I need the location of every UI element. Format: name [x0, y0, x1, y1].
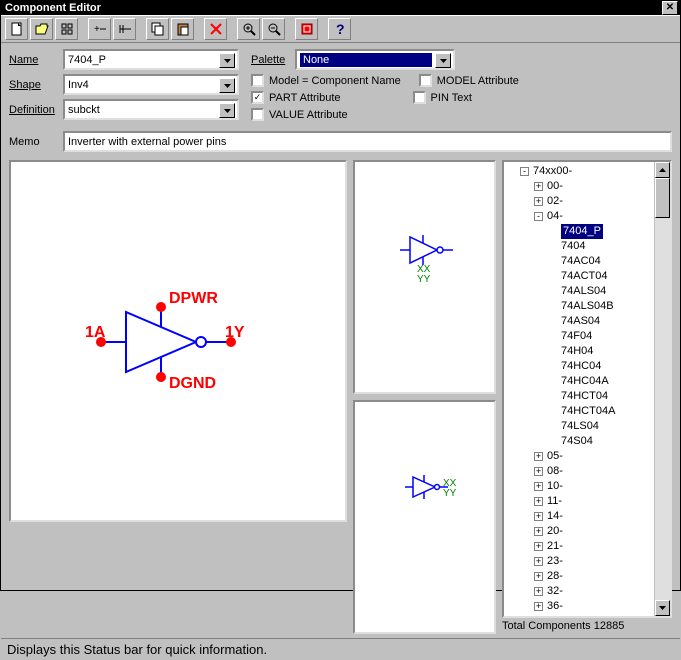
tree-item[interactable]: +02- [506, 194, 668, 209]
tree-item[interactable]: +11- [506, 494, 668, 509]
pin-1y-label: 1Y [225, 324, 245, 342]
tree-item[interactable]: -04- [506, 209, 668, 224]
preview-small-top: XX YY [353, 160, 496, 394]
preview-large: 1A DPWR 1Y DGND [9, 160, 347, 522]
tree-item[interactable]: +10- [506, 479, 668, 494]
zoom-out-icon[interactable] [262, 18, 285, 40]
preview-small-bottom: XX YY [353, 400, 496, 634]
toolbar: + ? [1, 15, 680, 43]
scroll-up-icon[interactable] [655, 162, 670, 178]
tree-item[interactable]: 74H04 [506, 344, 668, 359]
tree-item[interactable]: +05- [506, 449, 668, 464]
status-bar: Displays this Status bar for quick infor… [1, 638, 680, 660]
tree-item[interactable]: 74HC04A [506, 374, 668, 389]
library-icon[interactable] [295, 18, 318, 40]
scroll-thumb[interactable] [655, 178, 670, 218]
total-components: Total Components 12885 [502, 618, 672, 634]
checkbox-icon [251, 74, 264, 87]
tree-item[interactable]: +28- [506, 569, 668, 584]
definition-value: subckt [68, 104, 100, 116]
tree-item[interactable]: +00- [506, 179, 668, 194]
tree-item[interactable]: 74AC04 [506, 254, 668, 269]
open-icon[interactable] [30, 18, 53, 40]
shape-value: Inv4 [68, 79, 89, 91]
shape-input[interactable]: Inv4 [63, 74, 239, 95]
tree-item[interactable]: 74S04 [506, 434, 668, 449]
close-button[interactable]: ✕ [662, 1, 678, 15]
yy-label: YY [417, 275, 430, 285]
paste-icon[interactable] [171, 18, 194, 40]
zoom-in-icon[interactable] [237, 18, 260, 40]
name-value: 7404_P [68, 54, 106, 66]
tree-item[interactable]: +21- [506, 539, 668, 554]
chevron-down-icon[interactable] [219, 103, 235, 118]
tree-item[interactable]: +08- [506, 464, 668, 479]
memo-input[interactable]: Inverter with external power pins [63, 131, 672, 152]
component-tree[interactable]: -74xx00-+00-+02--04-7404_P740474AC0474AC… [502, 160, 672, 618]
memo-label: Memo [9, 136, 63, 148]
pin-text-checkbox[interactable]: PIN Text [413, 91, 472, 104]
scroll-down-icon[interactable] [655, 600, 670, 616]
checkbox-icon [419, 74, 432, 87]
remove-pin-icon[interactable] [113, 18, 136, 40]
tree-item[interactable]: +23- [506, 554, 668, 569]
shape-label: Shape [9, 79, 63, 91]
delete-icon[interactable] [204, 18, 227, 40]
svg-text:+: + [94, 24, 100, 35]
checkbox-icon [413, 91, 426, 104]
definition-label: Definition [9, 104, 63, 116]
copy-icon[interactable] [146, 18, 169, 40]
pin-dpwr-label: DPWR [169, 290, 218, 308]
value-attribute-checkbox[interactable]: VALUE Attribute [251, 108, 348, 121]
help-icon[interactable]: ? [328, 18, 351, 40]
svg-text:?: ? [336, 21, 345, 37]
chevron-down-icon[interactable] [219, 78, 235, 93]
add-pin-icon[interactable]: + [88, 18, 111, 40]
tree-item[interactable]: 74LS04 [506, 419, 668, 434]
definition-input[interactable]: subckt [63, 99, 239, 120]
memo-value: Inverter with external power pins [68, 136, 226, 148]
pin-1a-label: 1A [85, 324, 105, 342]
model-attribute-checkbox[interactable]: MODEL Attribute [419, 74, 519, 87]
yy-label: YY [443, 489, 456, 499]
checkbox-icon: ✓ [251, 91, 264, 104]
palette-input[interactable]: None [295, 49, 455, 70]
tree-item[interactable]: 7404 [506, 239, 668, 254]
palette-label: Palette [251, 54, 295, 66]
chevron-down-icon[interactable] [219, 53, 235, 68]
component-icon[interactable] [55, 18, 78, 40]
tree-item[interactable]: 74HC04 [506, 359, 668, 374]
new-icon[interactable] [5, 18, 28, 40]
pin-dgnd-label: DGND [169, 375, 216, 393]
tree-item[interactable]: -74xx00- [506, 164, 668, 179]
tree-item[interactable]: 74HCT04A [506, 404, 668, 419]
tree-item[interactable]: 74ALS04B [506, 299, 668, 314]
scrollbar[interactable] [654, 162, 670, 616]
tree-item[interactable]: 74ACT04 [506, 269, 668, 284]
tree-item[interactable]: +20- [506, 524, 668, 539]
tree-item[interactable]: +14- [506, 509, 668, 524]
checkbox-icon [251, 108, 264, 121]
tree-item[interactable]: +32- [506, 584, 668, 599]
chevron-down-icon[interactable] [435, 53, 451, 68]
tree-item[interactable]: 74F04 [506, 329, 668, 344]
palette-value: None [300, 53, 432, 67]
window-title: Component Editor [5, 2, 101, 14]
tree-item[interactable]: 74HCT04 [506, 389, 668, 404]
model-component-name-checkbox[interactable]: Model = Component Name [251, 74, 401, 87]
tree-item[interactable]: 7404_P [506, 224, 668, 239]
name-input[interactable]: 7404_P [63, 49, 239, 70]
part-attribute-checkbox[interactable]: ✓ PART Attribute [251, 91, 341, 104]
name-label: Name [9, 54, 63, 66]
tree-item[interactable]: 74ALS04 [506, 284, 668, 299]
tree-item[interactable]: 74AS04 [506, 314, 668, 329]
tree-item[interactable]: +36- [506, 599, 668, 614]
